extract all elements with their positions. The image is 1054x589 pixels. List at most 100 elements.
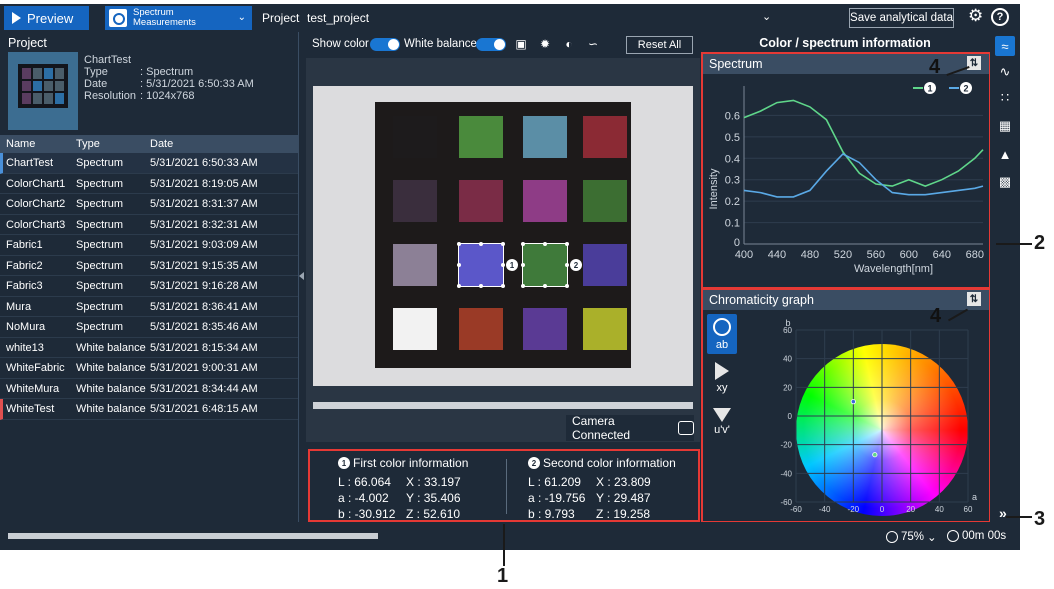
callout-4-spectrum: 4 bbox=[929, 56, 941, 78]
table-row[interactable]: ColorChart3 Spectrum 5/31/2021 8:32:31 AM bbox=[0, 215, 298, 235]
resize-handle[interactable] bbox=[565, 263, 569, 267]
color-patch bbox=[523, 180, 567, 222]
table-row[interactable]: WhiteFabric White balance 5/31/2021 9:00:3… bbox=[0, 358, 298, 379]
color-patch bbox=[583, 116, 627, 158]
row-type: White balance bbox=[76, 341, 146, 354]
y-tick-label: 0 bbox=[734, 237, 740, 249]
first-x-value: X : 33.197 bbox=[406, 475, 461, 489]
color-patch bbox=[393, 180, 437, 222]
resize-handle[interactable] bbox=[457, 263, 461, 267]
resize-handle[interactable] bbox=[479, 284, 483, 288]
chromaticity-chart: 6040200-20-40-60-60 -40 -20 0 20 40 60ba bbox=[780, 318, 977, 514]
color-patch bbox=[393, 244, 437, 286]
selection-box-1[interactable] bbox=[458, 243, 504, 287]
mode-select-spectrum[interactable]: Spectrum Measurements ⌄ bbox=[105, 6, 252, 30]
resize-handle[interactable] bbox=[543, 242, 547, 246]
column-date[interactable]: Date bbox=[150, 138, 173, 150]
tiles-icon[interactable]: ▦ bbox=[995, 116, 1015, 136]
table-row[interactable]: white13 White balance 5/31/2021 8:15:34 AM bbox=[0, 338, 298, 358]
image-viewport[interactable]: 1 2 Camera Connected bbox=[306, 58, 700, 442]
brightness-icon[interactable]: ◐ bbox=[562, 37, 576, 51]
timer: 00m 00s bbox=[947, 530, 1006, 542]
project-dropdown-chevron-icon[interactable]: ⌄ bbox=[762, 10, 771, 23]
callout-line-1 bbox=[503, 524, 505, 566]
table-row[interactable]: Fabric3 Spectrum 5/31/2021 9:16:28 AM bbox=[0, 276, 298, 297]
horizontal-scrollbar[interactable] bbox=[313, 402, 693, 409]
white-balance-toggle[interactable] bbox=[476, 38, 506, 51]
row-type: White balance bbox=[76, 382, 146, 395]
row-name: NoMura bbox=[6, 321, 46, 333]
resize-handle[interactable] bbox=[501, 284, 505, 288]
table-row[interactable]: NoMura Spectrum 5/31/2021 8:35:46 AM bbox=[0, 317, 298, 338]
resize-handle[interactable] bbox=[501, 242, 505, 246]
table-row[interactable]: Mura Spectrum 5/31/2021 8:36:41 AM bbox=[0, 297, 298, 317]
marker-2[interactable]: 2 bbox=[570, 259, 582, 271]
marker-1[interactable]: 1 bbox=[506, 259, 518, 271]
swap-icon[interactable]: ⇅ bbox=[967, 292, 981, 306]
zoom-control[interactable]: 75% ⌄ bbox=[886, 530, 937, 544]
resize-handle[interactable] bbox=[565, 242, 569, 246]
row-date: 5/31/2021 8:31:37 AM bbox=[150, 198, 258, 210]
preview-button[interactable]: Preview bbox=[4, 6, 89, 30]
resize-handle[interactable] bbox=[565, 284, 569, 288]
show-color-toggle[interactable] bbox=[370, 38, 400, 51]
color-patch bbox=[393, 116, 437, 158]
row-name: Fabric1 bbox=[6, 239, 43, 251]
camera-icon[interactable]: ▣ bbox=[514, 37, 528, 51]
zoom-icon bbox=[886, 531, 898, 543]
resize-handle[interactable] bbox=[501, 263, 505, 267]
first-a-value: a : -4.002 bbox=[338, 491, 389, 505]
resize-handle[interactable] bbox=[521, 242, 525, 246]
table-row[interactable]: WhiteTest White balance 5/31/2021 6:48:15 … bbox=[0, 399, 298, 420]
table-row[interactable]: Fabric1 Spectrum 5/31/2021 9:03:09 AM bbox=[0, 235, 298, 256]
row-date: 5/31/2021 9:15:35 AM bbox=[150, 259, 258, 272]
callout-4-chroma: 4 bbox=[930, 305, 942, 327]
resize-handle[interactable] bbox=[521, 263, 525, 267]
resize-handle[interactable] bbox=[457, 242, 461, 246]
gear-icon[interactable]: ⚙ bbox=[968, 6, 983, 26]
table-row[interactable]: ColorChart1 Spectrum 5/31/2021 8:19:05 AM bbox=[0, 174, 298, 194]
row-name: ChartTest bbox=[6, 157, 54, 169]
column-type[interactable]: Type bbox=[76, 138, 100, 150]
aperture-icon[interactable]: ✹ bbox=[538, 37, 552, 51]
line-graph-icon[interactable]: ∽ bbox=[586, 37, 600, 51]
left-panel-collapse-handle[interactable] bbox=[298, 32, 306, 522]
resize-handle[interactable] bbox=[457, 284, 461, 288]
spectrum-info-icon[interactable]: ≈ bbox=[995, 36, 1015, 56]
table-row[interactable]: ChartTest Spectrum 5/31/2021 6:50:33 AM bbox=[0, 153, 298, 174]
row-name: ColorChart2 bbox=[6, 198, 66, 210]
second-color-title: Second color information bbox=[543, 456, 676, 470]
row-type: Spectrum bbox=[76, 198, 124, 210]
table-row[interactable]: ColorChart2 Spectrum 5/31/2021 8:31:37 AM bbox=[0, 194, 298, 215]
x-tick-label: 480 bbox=[801, 249, 819, 261]
save-analytical-data-button[interactable]: Save analytical data bbox=[849, 8, 954, 28]
spectrum-panel-title: Spectrum bbox=[709, 57, 763, 71]
x-tick-label: 680 bbox=[966, 249, 984, 261]
grid-dots-icon[interactable]: ∷ bbox=[995, 88, 1015, 108]
white-balance-label: White balance bbox=[404, 38, 477, 50]
resize-handle[interactable] bbox=[543, 284, 547, 288]
row-name: white13 bbox=[6, 341, 44, 354]
selection-box-2[interactable] bbox=[522, 243, 568, 287]
table-row[interactable]: Fabric2 Spectrum 5/31/2021 9:15:35 AM bbox=[0, 256, 298, 276]
resize-handle[interactable] bbox=[479, 242, 483, 246]
expand-panel-icon[interactable]: » bbox=[999, 505, 1007, 521]
x-axis-label: a bbox=[972, 492, 977, 502]
palette-icon[interactable]: ▩ bbox=[995, 172, 1015, 192]
table-row[interactable]: WhiteMura White balance 5/31/2021 8:34:44 … bbox=[0, 379, 298, 399]
row-type: Spectrum bbox=[76, 259, 124, 272]
triangle-icon[interactable]: ▲ bbox=[995, 144, 1015, 164]
mode-label-line2: Measurements bbox=[133, 17, 196, 28]
resize-handle[interactable] bbox=[521, 284, 525, 288]
camera-status: Camera Connected bbox=[566, 414, 694, 442]
help-icon[interactable]: ? bbox=[991, 8, 1009, 26]
reset-all-button[interactable]: Reset All bbox=[626, 36, 693, 54]
column-name[interactable]: Name bbox=[6, 138, 35, 150]
collapse-left-icon bbox=[299, 272, 304, 280]
project-meta: ChartTest Type: Spectrum Date: 5/31/2021… bbox=[84, 54, 254, 102]
x-tick-label: -20 bbox=[848, 505, 860, 514]
wave-icon[interactable]: ∿ bbox=[995, 62, 1015, 82]
second-color-info: 2 Second color information L : 61.209 X :… bbox=[528, 456, 676, 521]
color-patch bbox=[459, 180, 503, 222]
y-tick-label: -40 bbox=[780, 469, 792, 478]
